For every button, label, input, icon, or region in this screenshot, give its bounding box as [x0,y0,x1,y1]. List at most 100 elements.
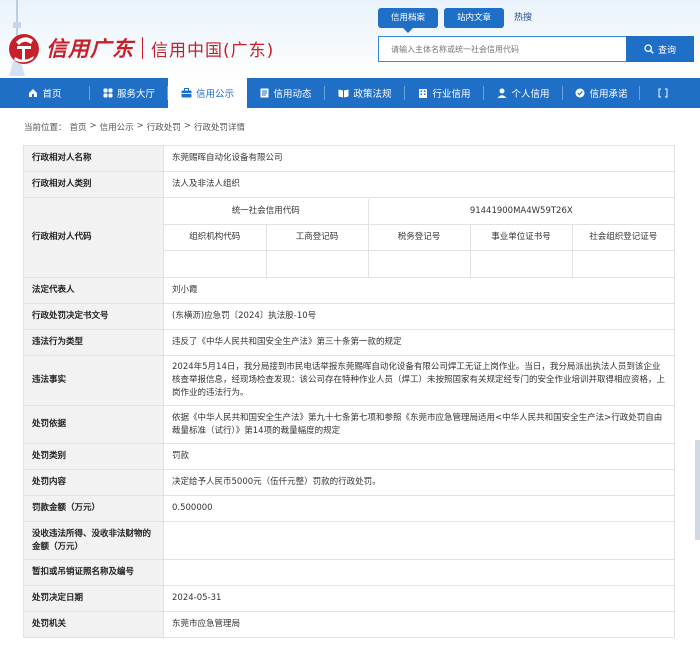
license-value [163,559,675,586]
home-icon [29,89,38,97]
breadcrumb-credit-disclosure[interactable]: 信用公示 [100,121,134,133]
table-row: 行政相对人类别 法人及非法人组织 [23,171,675,198]
nav-label: 信用公示 [195,89,234,100]
facts-label: 违法事实 [23,355,164,406]
org-code-header: 组织机构代码 [164,224,267,251]
nav-item-credit-promise[interactable]: 信用承诺 [563,78,640,108]
breadcrumb-separator: > [89,121,97,131]
social-org-header: 社会组织登记证号 [572,224,674,251]
bracket-icon [658,88,668,98]
tab-credit-archive[interactable]: 信用档案 [378,8,439,33]
breadcrumb-admin-penalty[interactable]: 行政处罚 [147,121,181,133]
nav-label: 信用承诺 [589,89,628,100]
subject-code-table: 统一社会信用代码 91441900MA4W59T26X 组织机构代码 工商登记码… [164,198,674,277]
logo-mark-icon [9,34,39,64]
decision-no-value: (东横沥)应急罚〔2024〕执法股-10号 [163,303,675,330]
license-label: 暂扣或吊销证照名称及编号 [23,559,164,586]
business-reg-value [266,250,369,277]
breadcrumb-prefix: 当前位置： [24,123,67,133]
table-row: 违法行为类型 违反了《中华人民共和国安全生产法》第三十条第一款的规定 [23,329,675,356]
search-button[interactable]: 查询 [626,36,694,62]
table-row: 处罚机关 东莞市应急管理局 [23,611,675,638]
table-row: 处罚决定日期 2024-05-31 [23,585,675,612]
nav-item-personal-credit[interactable]: 个人信用 [484,78,563,108]
table-row: 法定代表人 刘小霞 [23,277,675,304]
table-row: 违法事实 2024年5月14日，我分局接到市民电话举报东莞赐晖自动化设备有限公司… [23,355,675,406]
authority-label: 处罚机关 [23,611,164,638]
nav-item-home[interactable]: 首页 [0,78,90,108]
nav-item-service-hall[interactable]: 服务大厅 [90,78,168,108]
tax-reg-header: 税务登记号 [368,224,471,251]
breadcrumb-separator: > [183,121,191,131]
table-row: 处罚依据 依据《中华人民共和国安全生产法》第九十七条第七项和参照《东莞市应急管理… [23,405,675,444]
subject-name-value: 东莞赐晖自动化设备有限公司 [163,145,675,172]
logo-calligraphy: 信用广东 [46,36,134,61]
table-row: 行政相对人名称 东莞赐晖自动化设备有限公司 [23,145,675,172]
breadcrumb-home[interactable]: 首页 [70,121,87,133]
document-icon [260,88,269,98]
breadcrumb-separator: > [136,121,144,131]
category-label: 处罚类别 [23,443,164,470]
nav-label: 信用动态 [273,89,312,100]
legal-rep-value: 刘小霞 [163,277,675,304]
tab-site-articles[interactable]: 站内文章 [444,8,505,28]
uscc-value: 91441900MA4W59T26X [368,198,674,225]
subject-name-label: 行政相对人名称 [23,145,164,172]
nav-item-policy[interactable]: 政策法规 [325,78,405,108]
social-org-value [572,251,674,277]
breadcrumb: 当前位置： 首页 > 信用公示 > 行政处罚 > 行政处罚详情 [24,121,248,133]
tax-reg-value [368,250,471,277]
amount-label: 罚款金额（万元） [23,495,164,522]
subject-code-label: 行政相对人代码 [23,197,164,278]
nav-label: 行业信用 [432,89,471,100]
nav-label: 服务大厅 [116,89,155,100]
hot-search-label[interactable]: 热搜 [510,8,532,28]
penalty-detail-table: 行政相对人名称 东莞赐晖自动化设备有限公司 行政相对人类别 法人及非法人组织 行… [23,145,675,638]
table-row: 罚款金额（万元） 0.500000 [23,495,675,522]
nav-label: 个人信用 [511,89,550,100]
legal-rep-label: 法定代表人 [23,277,164,304]
confiscation-value [163,521,675,560]
violation-type-label: 违法行为类型 [23,329,164,356]
site-logo[interactable]: 信用广东 信用中国(广东) [6,28,274,68]
org-code-value [164,250,267,277]
confiscation-label: 没收违法所得、没收非法财物的金额（万元） [23,521,164,560]
person-icon [497,88,507,98]
subject-type-label: 行政相对人类别 [23,171,164,198]
main-nav: 首页 服务大厅 信用公示 信用动态 政策法规 行业信用 个人信用 信用承诺 [0,78,700,108]
nav-item-credit-news[interactable]: 信用动态 [247,78,325,108]
decision-date-label: 处罚决定日期 [23,585,164,612]
table-row: 处罚内容 决定给予人民币5000元（伍仟元整）罚款的行政处罚。 [23,469,675,496]
briefcase-icon [181,88,192,98]
table-row: 处罚类别 罚款 [23,443,675,470]
nav-extra-icons[interactable] [640,78,690,108]
search-scope-tabs: 信用档案 站内文章 热搜 [378,8,532,33]
category-value: 罚款 [163,443,675,470]
search-icon [644,44,654,54]
search-box [378,36,626,62]
logo-subtitle: 信用中国(广东) [151,40,275,61]
logo-divider [142,37,143,59]
violation-type-value: 违反了《中华人民共和国安全生产法》第三十条第一款的规定 [163,329,675,356]
basis-value: 依据《中华人民共和国安全生产法》第九十七条第七项和参照《东莞市应急管理局适用<中… [163,405,675,444]
content-label: 处罚内容 [23,469,164,496]
authority-value: 东莞市应急管理局 [163,611,675,638]
promise-icon [575,88,585,98]
breadcrumb-current: 行政处罚详情 [193,123,245,133]
business-reg-header: 工商登记码 [266,224,369,251]
nav-item-credit-disclosure[interactable]: 信用公示 [168,78,247,108]
building-icon [419,89,428,98]
institution-cert-value [470,250,573,277]
search-input[interactable] [379,37,626,61]
basis-label: 处罚依据 [23,405,164,444]
subject-type-value: 法人及非法人组织 [163,171,675,198]
nav-item-industry-credit[interactable]: 行业信用 [405,78,484,108]
institution-cert-header: 事业单位证书号 [470,224,573,251]
nav-label: 首页 [42,89,62,100]
scrollbar-thumb[interactable] [695,440,700,540]
amount-value: 0.500000 [163,495,675,522]
decision-date-value: 2024-05-31 [163,585,675,612]
facts-value: 2024年5月14日，我分局接到市民电话举报东莞赐晖自动化设备有限公司焊工无证上… [163,355,675,406]
site-header: 信用广东 信用中国(广东) 信用档案 站内文章 热搜 查询 [0,0,700,76]
book-icon [338,89,349,98]
